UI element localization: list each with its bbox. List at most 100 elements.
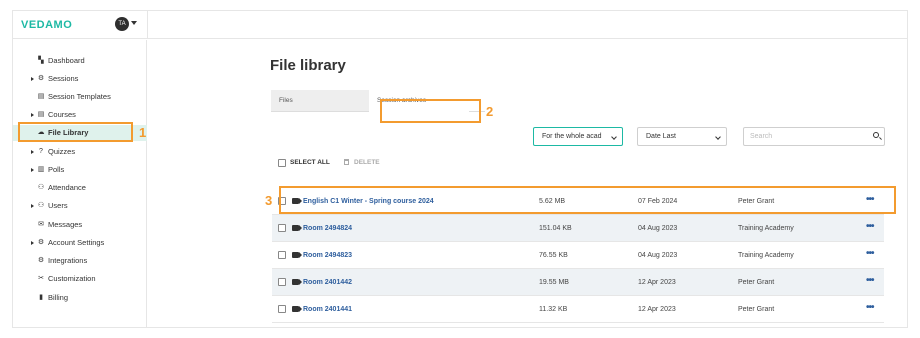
file-size: 151.04 KB [539, 225, 572, 232]
video-icon [292, 225, 299, 231]
sidebar-item-label: Attendance [48, 183, 86, 192]
delete-button[interactable]: DELETE [354, 159, 380, 166]
select-all-button[interactable]: SELECT ALL [290, 159, 330, 166]
select-all-checkbox[interactable] [278, 159, 286, 167]
file-owner: Training Academy [738, 225, 794, 232]
file-size: 76.55 KB [539, 252, 568, 259]
table-row[interactable]: Room 2401442 19.55 MB 12 Apr 2023 Peter … [272, 269, 884, 296]
video-icon [292, 252, 299, 258]
sidebar-item-label: Customization [48, 274, 96, 283]
sidebar-item-users[interactable]: ⚇ Users [13, 198, 147, 214]
sort-select[interactable]: Date Last [637, 127, 727, 146]
sidebar-item-label: Users [48, 201, 68, 210]
sidebar-item-customization[interactable]: ✂ Customization [13, 271, 147, 287]
chevron-down-icon [715, 134, 721, 140]
billing-icon: ▮ [39, 294, 43, 301]
sidebar-item-attendance[interactable]: ⚇ Attendance [13, 180, 147, 196]
archive-name-link[interactable]: Room 2401441 [303, 306, 352, 313]
chevron-right-icon[interactable] [31, 241, 34, 245]
sidebar-item-polls[interactable]: ▥ Polls [13, 162, 147, 178]
sidebar-item-label: Session Templates [48, 92, 111, 101]
templates-icon: ▤ [37, 93, 45, 100]
attendance-icon: ⚇ [37, 184, 45, 191]
chevron-right-icon[interactable] [31, 168, 34, 172]
sidebar-item-label: Sessions [48, 74, 79, 83]
top-bar: VEDAMO TA [13, 11, 907, 39]
sidebar-item-label: Account Settings [48, 238, 105, 247]
divider [147, 11, 148, 39]
annotation-label-3: 3 [265, 193, 273, 208]
archive-name-link[interactable]: Room 2401442 [303, 279, 352, 286]
sidebar: ▚ Dashboard ⚙ Sessions ▤ Session Templat… [13, 40, 147, 328]
sidebar-item-session-templates[interactable]: ▤ Session Templates [13, 89, 147, 105]
video-icon [292, 306, 299, 312]
sessions-icon: ⚙ [37, 75, 45, 82]
chevron-down-icon[interactable] [131, 21, 137, 25]
sidebar-item-messages[interactable]: ✉ Messages [13, 217, 147, 233]
sidebar-item-billing[interactable]: ▮ Billing [13, 290, 147, 306]
integrations-icon: ⚙ [37, 257, 45, 264]
sort-select-value: Date Last [646, 133, 676, 140]
search-icon[interactable] [873, 132, 879, 138]
question-icon: ? [39, 148, 43, 155]
gear-icon: ⚙ [37, 239, 45, 246]
chevron-right-icon[interactable] [31, 113, 34, 117]
row-checkbox[interactable] [278, 251, 286, 259]
trash-icon [344, 159, 349, 165]
period-select[interactable]: For the whole acad [533, 127, 623, 146]
polls-icon: ▥ [37, 166, 45, 173]
annotation-label-2: 2 [486, 104, 494, 119]
video-icon [292, 279, 299, 285]
file-date: 04 Aug 2023 [638, 225, 678, 232]
sidebar-item-account-settings[interactable]: ⚙ Account Settings [13, 235, 147, 251]
annotation-label-1: 1 [139, 125, 147, 140]
chevron-right-icon[interactable] [31, 77, 34, 81]
tab-files[interactable]: Files [271, 90, 369, 112]
table-row[interactable]: Room 2401441 11.32 KB 12 Apr 2023 Peter … [272, 296, 884, 323]
period-select-value: For the whole acad [542, 133, 602, 140]
file-date: 12 Apr 2023 [638, 279, 676, 286]
sidebar-item-label: Courses [48, 110, 76, 119]
search-input[interactable]: Search [743, 127, 885, 146]
more-options-icon[interactable]: ••• [866, 222, 874, 232]
row-checkbox[interactable] [278, 224, 286, 232]
search-placeholder: Search [750, 133, 773, 140]
customization-icon: ✂ [38, 275, 44, 282]
sidebar-item-courses[interactable]: ▤ Courses [13, 107, 147, 123]
sidebar-item-label: Quizzes [48, 147, 76, 156]
sidebar-item-label: Dashboard [48, 56, 85, 65]
chevron-right-icon[interactable] [31, 150, 34, 154]
sidebar-item-integrations[interactable]: ⚙ Integrations [13, 253, 147, 269]
chevron-right-icon[interactable] [31, 204, 34, 208]
file-size: 19.55 MB [539, 279, 569, 286]
more-options-icon[interactable]: ••• [866, 276, 874, 286]
users-icon: ⚇ [37, 202, 45, 209]
archive-name-link[interactable]: Room 2494824 [303, 225, 352, 232]
vedamo-logo[interactable]: VEDAMO [21, 19, 72, 31]
page-title: File library [270, 57, 346, 74]
file-size: 11.32 KB [539, 306, 568, 313]
more-options-icon[interactable]: ••• [866, 249, 874, 259]
sidebar-item-label: Messages [48, 220, 83, 229]
sidebar-item-label: Polls [48, 165, 65, 174]
sidebar-item-dashboard[interactable]: ▚ Dashboard [13, 53, 147, 69]
annotation-box-1 [18, 122, 133, 142]
table-row[interactable]: Room 2494823 76.55 KB 04 Aug 2023 Traini… [272, 242, 884, 269]
annotation-box-3 [279, 186, 896, 214]
sidebar-item-sessions[interactable]: ⚙ Sessions [13, 71, 147, 87]
file-owner: Training Academy [738, 252, 794, 259]
row-checkbox[interactable] [278, 305, 286, 313]
annotation-box-2 [380, 99, 481, 123]
sidebar-item-quizzes[interactable]: ? Quizzes [13, 144, 147, 160]
archive-name-link[interactable]: Room 2494823 [303, 252, 352, 259]
file-date: 12 Apr 2023 [638, 306, 676, 313]
sidebar-item-label: Billing [48, 293, 69, 302]
courses-icon: ▤ [37, 111, 45, 118]
row-checkbox[interactable] [278, 278, 286, 286]
table-row[interactable]: Room 2494824 151.04 KB 04 Aug 2023 Train… [272, 215, 884, 242]
more-options-icon[interactable]: ••• [866, 303, 874, 313]
file-date: 04 Aug 2023 [638, 252, 678, 259]
file-owner: Peter Grant [738, 306, 775, 313]
avatar[interactable]: TA [115, 17, 129, 31]
dashboard-icon: ▚ [38, 57, 44, 64]
